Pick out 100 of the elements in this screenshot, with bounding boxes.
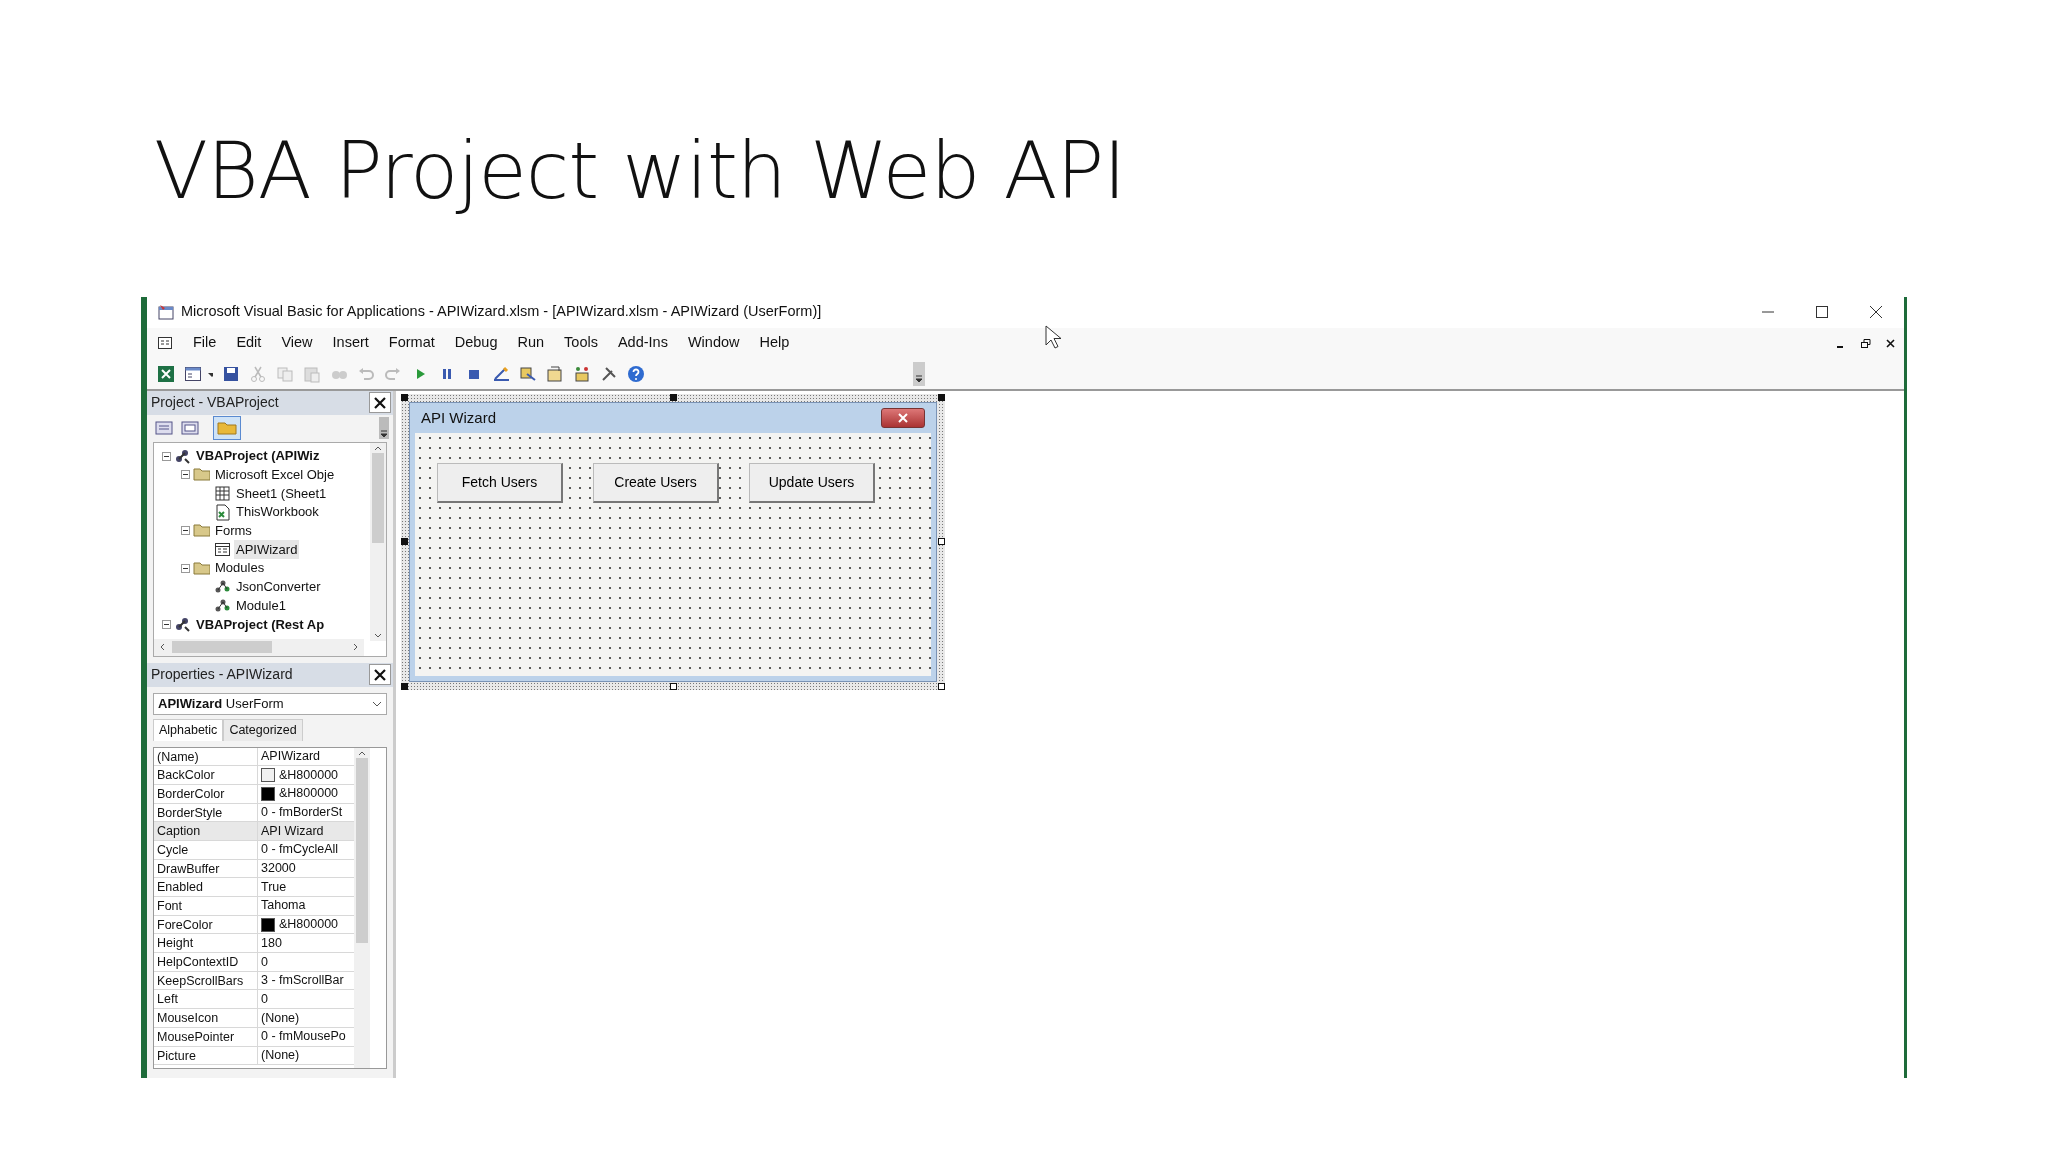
property-name[interactable]: BackColor <box>154 766 258 784</box>
scroll-left-icon[interactable] <box>158 642 166 653</box>
properties-tab[interactable]: Categorized <box>223 718 303 741</box>
resize-handle[interactable] <box>401 682 408 690</box>
close-icon[interactable] <box>1868 304 1884 321</box>
property-name[interactable]: KeepScrollBars <box>154 971 258 990</box>
resize-handle[interactable] <box>669 393 677 401</box>
property-name[interactable]: BorderStyle <box>154 803 258 822</box>
tree-item[interactable]: Modules <box>213 558 267 578</box>
tree-item[interactable]: Sheet1 (Sheet1 <box>234 483 329 504</box>
resize-handle[interactable] <box>938 393 945 401</box>
property-value[interactable]: 0 <box>261 989 268 1009</box>
property-name[interactable]: Left <box>154 990 258 1009</box>
tree-item[interactable]: APIWizard <box>234 539 300 560</box>
property-value[interactable]: 3 - fmScrollBar <box>261 971 344 990</box>
property-value[interactable]: 0 <box>261 952 268 972</box>
property-value[interactable]: 32000 <box>261 859 296 878</box>
restore-icon[interactable] <box>1860 337 1871 349</box>
save-icon[interactable] <box>222 364 240 383</box>
close-button[interactable] <box>369 392 391 414</box>
property-name[interactable]: (Name) <box>154 747 258 766</box>
vertical-scrollbar[interactable] <box>370 442 386 641</box>
menu-item[interactable]: Window <box>687 332 740 355</box>
tree-item[interactable]: VBAProject (Rest Ap <box>194 614 327 635</box>
toolbar-options-icon[interactable] <box>379 417 389 440</box>
close-icon <box>373 395 387 410</box>
project-explorer-icon[interactable] <box>519 364 537 383</box>
tree-item[interactable]: JsonConverter <box>234 577 323 597</box>
property-value[interactable]: True <box>261 877 287 897</box>
view-object-icon[interactable] <box>181 421 199 436</box>
toggle-folders-button[interactable] <box>213 416 241 441</box>
form-button[interactable]: Update Users <box>749 462 875 503</box>
property-value[interactable]: (None) <box>261 1008 300 1028</box>
menu-item[interactable]: Debug <box>454 332 498 355</box>
property-name[interactable]: Picture <box>154 1046 258 1065</box>
design-mode-icon[interactable] <box>492 364 510 383</box>
property-value[interactable]: API Wizard <box>261 821 324 841</box>
property-name[interactable]: HelpContextID <box>154 953 258 971</box>
menu-item[interactable]: Tools <box>564 332 598 355</box>
resize-handle[interactable] <box>401 393 408 401</box>
properties-tab[interactable]: Alphabetic <box>153 718 224 741</box>
expand-toggle[interactable] <box>181 526 190 536</box>
menu-item[interactable]: Format <box>388 332 435 355</box>
property-value[interactable]: APIWizard <box>261 746 321 766</box>
maximize-icon[interactable] <box>1814 304 1830 321</box>
property-name[interactable]: Enabled <box>154 878 258 896</box>
property-name[interactable]: Height <box>154 934 258 953</box>
property-name[interactable]: ForeColor <box>154 915 258 934</box>
toolbox-icon[interactable] <box>600 364 618 383</box>
property-value[interactable]: Tahoma <box>261 896 306 916</box>
vertical-scrollbar[interactable] <box>354 747 370 1068</box>
close-icon[interactable] <box>1885 337 1896 349</box>
menu-item[interactable]: Run <box>517 332 545 355</box>
close-button[interactable] <box>369 664 391 686</box>
property-value[interactable]: (None) <box>261 1045 300 1065</box>
property-name[interactable]: Font <box>154 897 258 915</box>
menu-item[interactable]: Insert <box>332 332 369 355</box>
object-browser-icon[interactable] <box>573 364 591 383</box>
property-name[interactable]: BorderColor <box>154 784 258 803</box>
properties-icon[interactable] <box>546 364 564 383</box>
form-button[interactable]: Create Users <box>593 462 719 503</box>
property-value[interactable]: &H800000 <box>279 915 339 934</box>
property-value[interactable]: &H800000 <box>279 765 339 785</box>
expand-toggle[interactable] <box>162 451 171 461</box>
tree-item[interactable]: ThisWorkbook <box>234 502 321 522</box>
tree-item[interactable]: Module1 <box>234 595 288 616</box>
property-name[interactable]: Caption <box>154 822 258 840</box>
form-button[interactable]: Fetch Users <box>437 462 563 503</box>
excel-icon[interactable] <box>157 364 175 383</box>
horizontal-scrollbar[interactable] <box>154 638 364 656</box>
resize-handle[interactable] <box>938 682 945 690</box>
property-value[interactable]: 0 - fmBorderSt <box>261 803 343 822</box>
property-value[interactable]: 0 - fmCycleAll <box>261 840 339 860</box>
property-value[interactable]: 0 - fmMousePo <box>261 1027 346 1047</box>
scroll-right-icon[interactable] <box>352 642 360 653</box>
close-button[interactable] <box>881 407 925 428</box>
object-dropdown[interactable]: APIWizard UserForm <box>153 692 387 715</box>
property-name[interactable]: Cycle <box>154 840 258 859</box>
help-icon[interactable] <box>627 364 645 383</box>
resize-handle[interactable] <box>669 682 677 690</box>
property-name[interactable]: DrawBuffer <box>154 859 258 878</box>
property-name[interactable]: MouseIcon <box>154 1009 258 1027</box>
expand-toggle[interactable] <box>181 470 190 480</box>
resize-handle[interactable] <box>401 538 408 546</box>
expand-toggle[interactable] <box>181 563 190 573</box>
tree-item[interactable]: Forms <box>213 521 254 541</box>
expand-toggle[interactable] <box>162 619 171 629</box>
toolbar-options-icon[interactable] <box>913 361 925 386</box>
menu-item[interactable]: View <box>281 332 313 355</box>
menu-item[interactable]: File <box>193 332 217 355</box>
property-value[interactable]: &H800000 <box>279 784 339 804</box>
property-value[interactable]: 180 <box>261 933 282 953</box>
resize-handle[interactable] <box>938 538 945 546</box>
menu-item[interactable]: Help <box>759 332 790 355</box>
menu-item[interactable]: Edit <box>236 332 262 355</box>
menu-item[interactable]: Add-Ins <box>617 332 668 355</box>
tree-item[interactable]: VBAProject (APIWiz <box>194 446 322 466</box>
tree-item[interactable]: Microsoft Excel Obje <box>213 465 337 485</box>
property-name[interactable]: MousePointer <box>154 1027 258 1046</box>
form-icon[interactable] <box>184 364 202 383</box>
